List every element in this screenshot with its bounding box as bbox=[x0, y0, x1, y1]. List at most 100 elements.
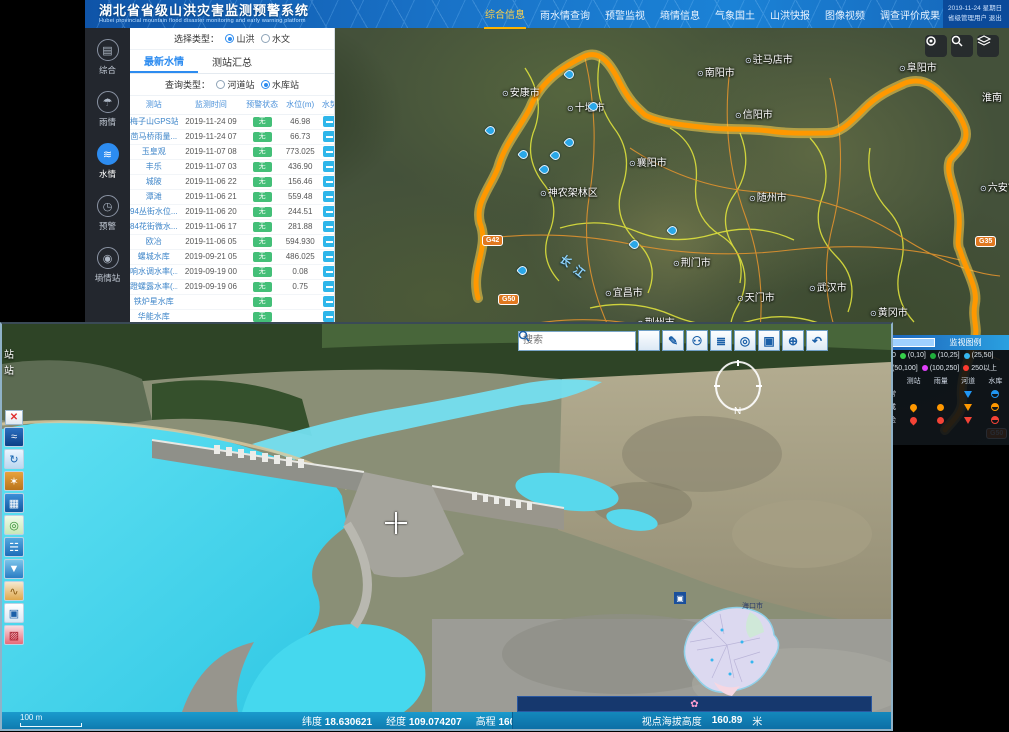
trend-steady-icon bbox=[323, 251, 335, 262]
query-type-label: 查询类型： bbox=[165, 78, 210, 91]
trend-steady-icon bbox=[323, 191, 335, 202]
nav-item-rain-water-query[interactable]: 雨水情查询 bbox=[539, 1, 591, 28]
table-row[interactable]: 响水调水率(...2019-09-19 00无0.08 bbox=[130, 264, 335, 279]
collapsed-panel-bar[interactable]: ✿ bbox=[517, 696, 872, 712]
close-icon[interactable]: ✕ bbox=[5, 410, 23, 425]
table-row[interactable]: 梅子山GPS站...2019-11-24 09无46.9846.99 bbox=[130, 114, 335, 129]
inset-overview-map[interactable]: ▣ 海口市 三亚市 bbox=[672, 590, 790, 708]
nav-item-survey-results[interactable]: 调查评价成果 bbox=[879, 1, 941, 28]
webcam-icon[interactable]: ⚇ bbox=[686, 330, 708, 351]
sidebar-item-rain[interactable]: ☂ 雨情 bbox=[85, 88, 130, 131]
radio-hydrology[interactable]: 水文 bbox=[261, 32, 291, 45]
viewer-status-bar: 100 m 纬度 18.630621 经度 109.074207 高程 160.… bbox=[2, 712, 891, 729]
app-title: 湖北省省级山洪灾害监测预警系统 bbox=[99, 4, 309, 17]
sidebar-item-water[interactable]: ≋ 水情 bbox=[85, 140, 130, 183]
date-user-box: 2019-11-24 星期日 省级管理用户 退出 bbox=[943, 0, 1009, 28]
trend-steady-icon bbox=[323, 131, 335, 142]
target-icon[interactable]: ◎ bbox=[4, 515, 24, 535]
rain-warn-icon bbox=[937, 404, 944, 411]
trend-steady-icon bbox=[323, 146, 335, 157]
swirl-icon[interactable]: ✶ bbox=[4, 471, 24, 491]
sidebar-label: 综合 bbox=[99, 64, 116, 76]
river-warn-icon bbox=[964, 404, 972, 411]
nav-item-warning-monitor[interactable]: 预警监视 bbox=[604, 1, 646, 28]
table-row[interactable]: 欧冶2019-11-06 05无594.930 bbox=[130, 234, 335, 249]
nav-item-soil-moisture[interactable]: 墒情信息 bbox=[659, 1, 701, 28]
river-danger-icon bbox=[964, 417, 972, 424]
red-chart-icon[interactable]: ▨ bbox=[4, 625, 24, 645]
panel-tabs: 最新水情 测站汇总 bbox=[130, 50, 334, 74]
city-label: ⊙十堰市 bbox=[567, 99, 605, 114]
rain-legend: 0 (0,10] (10,25] (25,50] (50,100] (100,2… bbox=[878, 350, 1009, 373]
tab-latest-water[interactable]: 最新水情 bbox=[130, 50, 198, 73]
search-input[interactable] bbox=[518, 331, 636, 351]
legend-header[interactable]: 监视图例 bbox=[878, 335, 1009, 350]
svg-text:N: N bbox=[734, 406, 741, 416]
city-label: ⊙南阳市 bbox=[697, 64, 735, 79]
sidebar-item-warning[interactable]: ◷ 预警 bbox=[85, 192, 130, 235]
radio-river-station[interactable]: 河道站 bbox=[216, 78, 255, 91]
table-header-row: 测站监测时间 预警状态水位(m) 水势今8水位(m) bbox=[130, 96, 335, 114]
table-row[interactable]: 茴马桥雨量...2019-11-24 07无66.73 bbox=[130, 129, 335, 144]
map-search-button[interactable] bbox=[951, 35, 973, 57]
tab-station-summary[interactable]: 测站汇总 bbox=[198, 50, 266, 73]
reservoir-normal-icon bbox=[991, 390, 999, 398]
nav-item-meteo-land[interactable]: 气象国土 bbox=[714, 1, 756, 28]
globe-icon[interactable]: ⊕ bbox=[782, 330, 804, 351]
chart-edit-icon[interactable]: ✎ bbox=[662, 330, 684, 351]
table-row[interactable]: 城陂2019-11-06 22无156.46 bbox=[130, 174, 335, 189]
sidebar-item-soil-station[interactable]: ◉ 墒情站 bbox=[85, 244, 130, 287]
user-logout[interactable]: 省级管理用户 退出 bbox=[948, 14, 1009, 24]
funnel-icon[interactable]: ▼ bbox=[4, 559, 24, 579]
sand-wave-icon[interactable]: ∿ bbox=[4, 581, 24, 601]
sidebar-item-comprehensive[interactable]: ▤ 综合 bbox=[85, 36, 130, 79]
screen: 湖北省省级山洪灾害监测预警系统 Hubei provincial mountai… bbox=[0, 0, 1009, 732]
table-row[interactable]: 蹬螺露水率(...2019-09-19 06无0.75 bbox=[130, 279, 335, 294]
search-icon[interactable] bbox=[638, 330, 660, 351]
locate-button[interactable] bbox=[925, 35, 947, 57]
viewer-3d-window: 站 站 ✎ ⚇ ≣ ◎ ▣ ⊕ ↶ bbox=[0, 322, 893, 731]
image-icon[interactable]: ▣ bbox=[758, 330, 780, 351]
eye-icon[interactable]: ◎ bbox=[734, 330, 756, 351]
table-row[interactable]: 84花街微水...2019-11-06 17无281.88 bbox=[130, 219, 335, 234]
highway-shield: G35 bbox=[975, 236, 996, 247]
radio-mountain-flood[interactable]: 山洪 bbox=[225, 32, 255, 45]
radio-reservoir-station[interactable]: 水库站 bbox=[261, 78, 300, 91]
nav-item-flood-bulletin[interactable]: 山洪快报 bbox=[769, 1, 811, 28]
nav-item-comprehensive[interactable]: 综合信息 bbox=[484, 0, 526, 29]
city-label: ⊙宜昌市 bbox=[605, 284, 643, 299]
table-row[interactable]: 94丛街水位...2019-11-06 20无244.51 bbox=[130, 204, 335, 219]
city-label: ⊙驻马店市 bbox=[745, 51, 793, 66]
layers-button[interactable] bbox=[977, 35, 999, 57]
table-row[interactable]: 玉皇观2019-11-07 08无773.025 bbox=[130, 144, 335, 159]
undo-icon[interactable]: ↶ bbox=[806, 330, 828, 351]
query-type-row: 查询类型： 河道站 水库站 bbox=[130, 74, 334, 96]
overview-icon: ▤ bbox=[97, 39, 119, 61]
soil-icon: ◉ bbox=[97, 247, 119, 269]
partial-station-label: 站 bbox=[4, 346, 14, 361]
table-row[interactable]: 铁炉星水库无 bbox=[130, 294, 335, 309]
inset-toggle-icon[interactable]: ▣ bbox=[674, 592, 686, 604]
reservoir-warn-icon bbox=[991, 403, 999, 411]
legend-title: 监视图例 bbox=[940, 337, 991, 348]
compass-control[interactable]: N bbox=[712, 360, 764, 416]
table-row[interactable]: 螺城水库2019-09-21 05无486.025 bbox=[130, 249, 335, 264]
rotate-icon[interactable]: ↻ bbox=[4, 449, 24, 469]
nav-item-image-video[interactable]: 图像视频 bbox=[824, 1, 866, 28]
city-label: ⊙神农架林区 bbox=[540, 184, 598, 199]
table-row[interactable]: 丰乐2019-11-07 03无436.90 bbox=[130, 159, 335, 174]
sidebar-label: 墒情站 bbox=[95, 272, 121, 284]
trend-steady-icon bbox=[323, 176, 335, 187]
city-label: ⊙阜阳市 bbox=[899, 59, 937, 74]
city-label: ⊙武汉市 bbox=[809, 279, 847, 294]
photo-frame-icon[interactable]: ▣ bbox=[4, 603, 24, 623]
splash-icon[interactable]: ☵ bbox=[4, 537, 24, 557]
select-type-label: 选择类型： bbox=[174, 32, 219, 45]
city-label: ⊙襄阳市 bbox=[629, 154, 667, 169]
table-row[interactable]: 潭滩2019-11-06 21无559.48 bbox=[130, 189, 335, 204]
waves-grid-icon[interactable]: ▦ bbox=[4, 493, 24, 513]
rain-icon: ☂ bbox=[97, 91, 119, 113]
wave-icon[interactable]: ≈ bbox=[4, 427, 24, 447]
scene-3d[interactable]: 站 站 ✎ ⚇ ≣ ◎ ▣ ⊕ ↶ bbox=[2, 324, 891, 712]
list-icon[interactable]: ≣ bbox=[710, 330, 732, 351]
